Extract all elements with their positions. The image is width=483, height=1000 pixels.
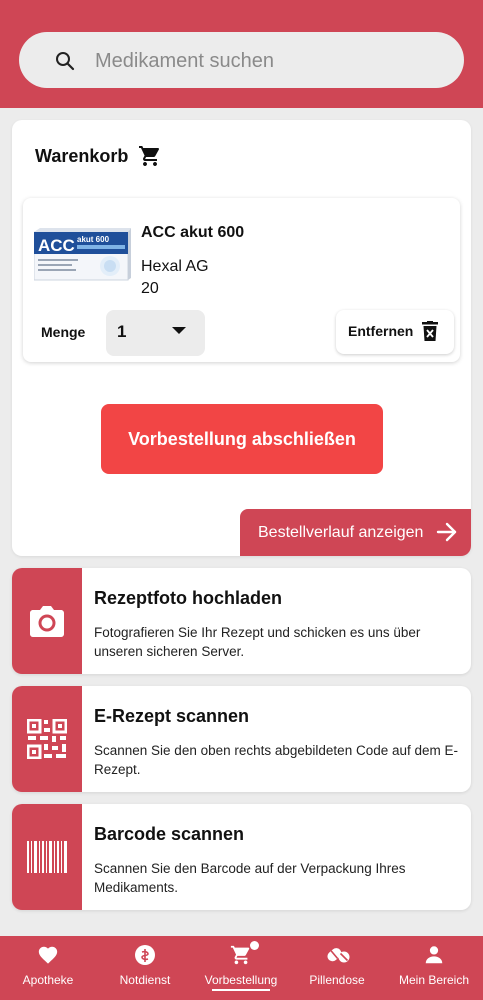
action-title: E-Rezept scannen bbox=[94, 706, 250, 726]
nav-label: Notdienst bbox=[119, 973, 171, 987]
person-icon bbox=[425, 946, 443, 964]
cart-icon bbox=[139, 146, 160, 166]
action-icon-panel bbox=[12, 686, 82, 792]
search-input[interactable]: Medikament suchen bbox=[95, 50, 274, 73]
cart-title: Warenkorb bbox=[35, 146, 129, 166]
nav-item-pillendose[interactable]: Pillendose bbox=[289, 936, 385, 1000]
action-description: Fotografieren Sie Ihr Rezept und schicke… bbox=[94, 625, 421, 659]
camera-icon bbox=[30, 606, 64, 637]
item-manufacturer: Hexal AG bbox=[141, 258, 209, 275]
complete-preorder-button[interactable]: Vorbestellung abschließen bbox=[101, 404, 383, 474]
app-header: Medikament suchen bbox=[0, 0, 483, 108]
qr-code-icon bbox=[27, 719, 67, 759]
notification-dot bbox=[250, 941, 259, 950]
product-image-sub: akut 600 bbox=[77, 235, 110, 244]
barcode-icon bbox=[27, 841, 67, 873]
item-name: ACC akut 600 bbox=[141, 224, 245, 241]
arrow-right-icon bbox=[436, 522, 457, 542]
remove-label: Entfernen bbox=[348, 323, 414, 339]
action-description: Scannen Sie den oben rechts abgebildeten… bbox=[94, 743, 459, 777]
action-title: Rezeptfoto hochladen bbox=[94, 588, 282, 608]
quantity-value: 1 bbox=[117, 322, 127, 341]
quantity-select[interactable]: 1 bbox=[106, 310, 205, 356]
nav-label: Vorbestellung bbox=[204, 973, 278, 987]
nav-item-notdienst[interactable]: Notdienst bbox=[97, 936, 193, 1000]
order-history-button[interactable]: Bestellverlauf anzeigen bbox=[240, 509, 471, 556]
nav-item-mein-bereich[interactable]: Mein Bereich bbox=[386, 936, 482, 1000]
product-image-brand: ACC bbox=[38, 236, 75, 255]
cart-icon bbox=[230, 945, 250, 965]
search-bar[interactable]: Medikament suchen bbox=[19, 32, 464, 88]
cart-item: ACC akut 600 ACC akut 600 Hexal AG 20 Me… bbox=[23, 198, 460, 362]
nav-item-vorbestellung[interactable]: Vorbestellung bbox=[193, 936, 289, 1000]
pill-icon bbox=[327, 948, 350, 963]
product-image: ACC akut 600 bbox=[34, 228, 131, 281]
action-icon-panel bbox=[12, 804, 82, 910]
active-indicator bbox=[212, 989, 270, 991]
nav-label: Mein Bereich bbox=[398, 973, 470, 987]
pharmacy-icon bbox=[135, 945, 155, 965]
scan-e-prescription-card[interactable]: E-Rezept scannen Scannen Sie den oben re… bbox=[12, 686, 471, 792]
remove-button[interactable]: Entfernen bbox=[336, 310, 454, 354]
dropdown-arrow-icon bbox=[172, 327, 186, 334]
heart-icon bbox=[38, 946, 58, 964]
order-history-label: Bestellverlauf anzeigen bbox=[258, 524, 424, 541]
trash-icon bbox=[422, 321, 438, 341]
scan-barcode-card[interactable]: Barcode scannen Scannen Sie den Barcode … bbox=[12, 804, 471, 910]
bottom-navigation: Apotheke Notdienst Vorbestellung Pillend… bbox=[0, 936, 483, 1000]
action-description: Scannen Sie den Barcode auf der Verpacku… bbox=[94, 861, 406, 895]
nav-label: Pillendose bbox=[309, 973, 365, 987]
search-icon bbox=[56, 52, 75, 71]
nav-item-apotheke[interactable]: Apotheke bbox=[0, 936, 96, 1000]
quantity-label: Menge bbox=[41, 324, 86, 340]
action-icon-panel bbox=[12, 568, 82, 674]
action-title: Barcode scannen bbox=[94, 824, 245, 844]
upload-prescription-photo-card[interactable]: Rezeptfoto hochladen Fotografieren Sie I… bbox=[12, 568, 471, 674]
cart-card: Warenkorb ACC akut 600 ACC akut 600 Hexa… bbox=[12, 120, 471, 556]
item-package-size: 20 bbox=[141, 280, 159, 297]
nav-label: Apotheke bbox=[22, 973, 74, 987]
